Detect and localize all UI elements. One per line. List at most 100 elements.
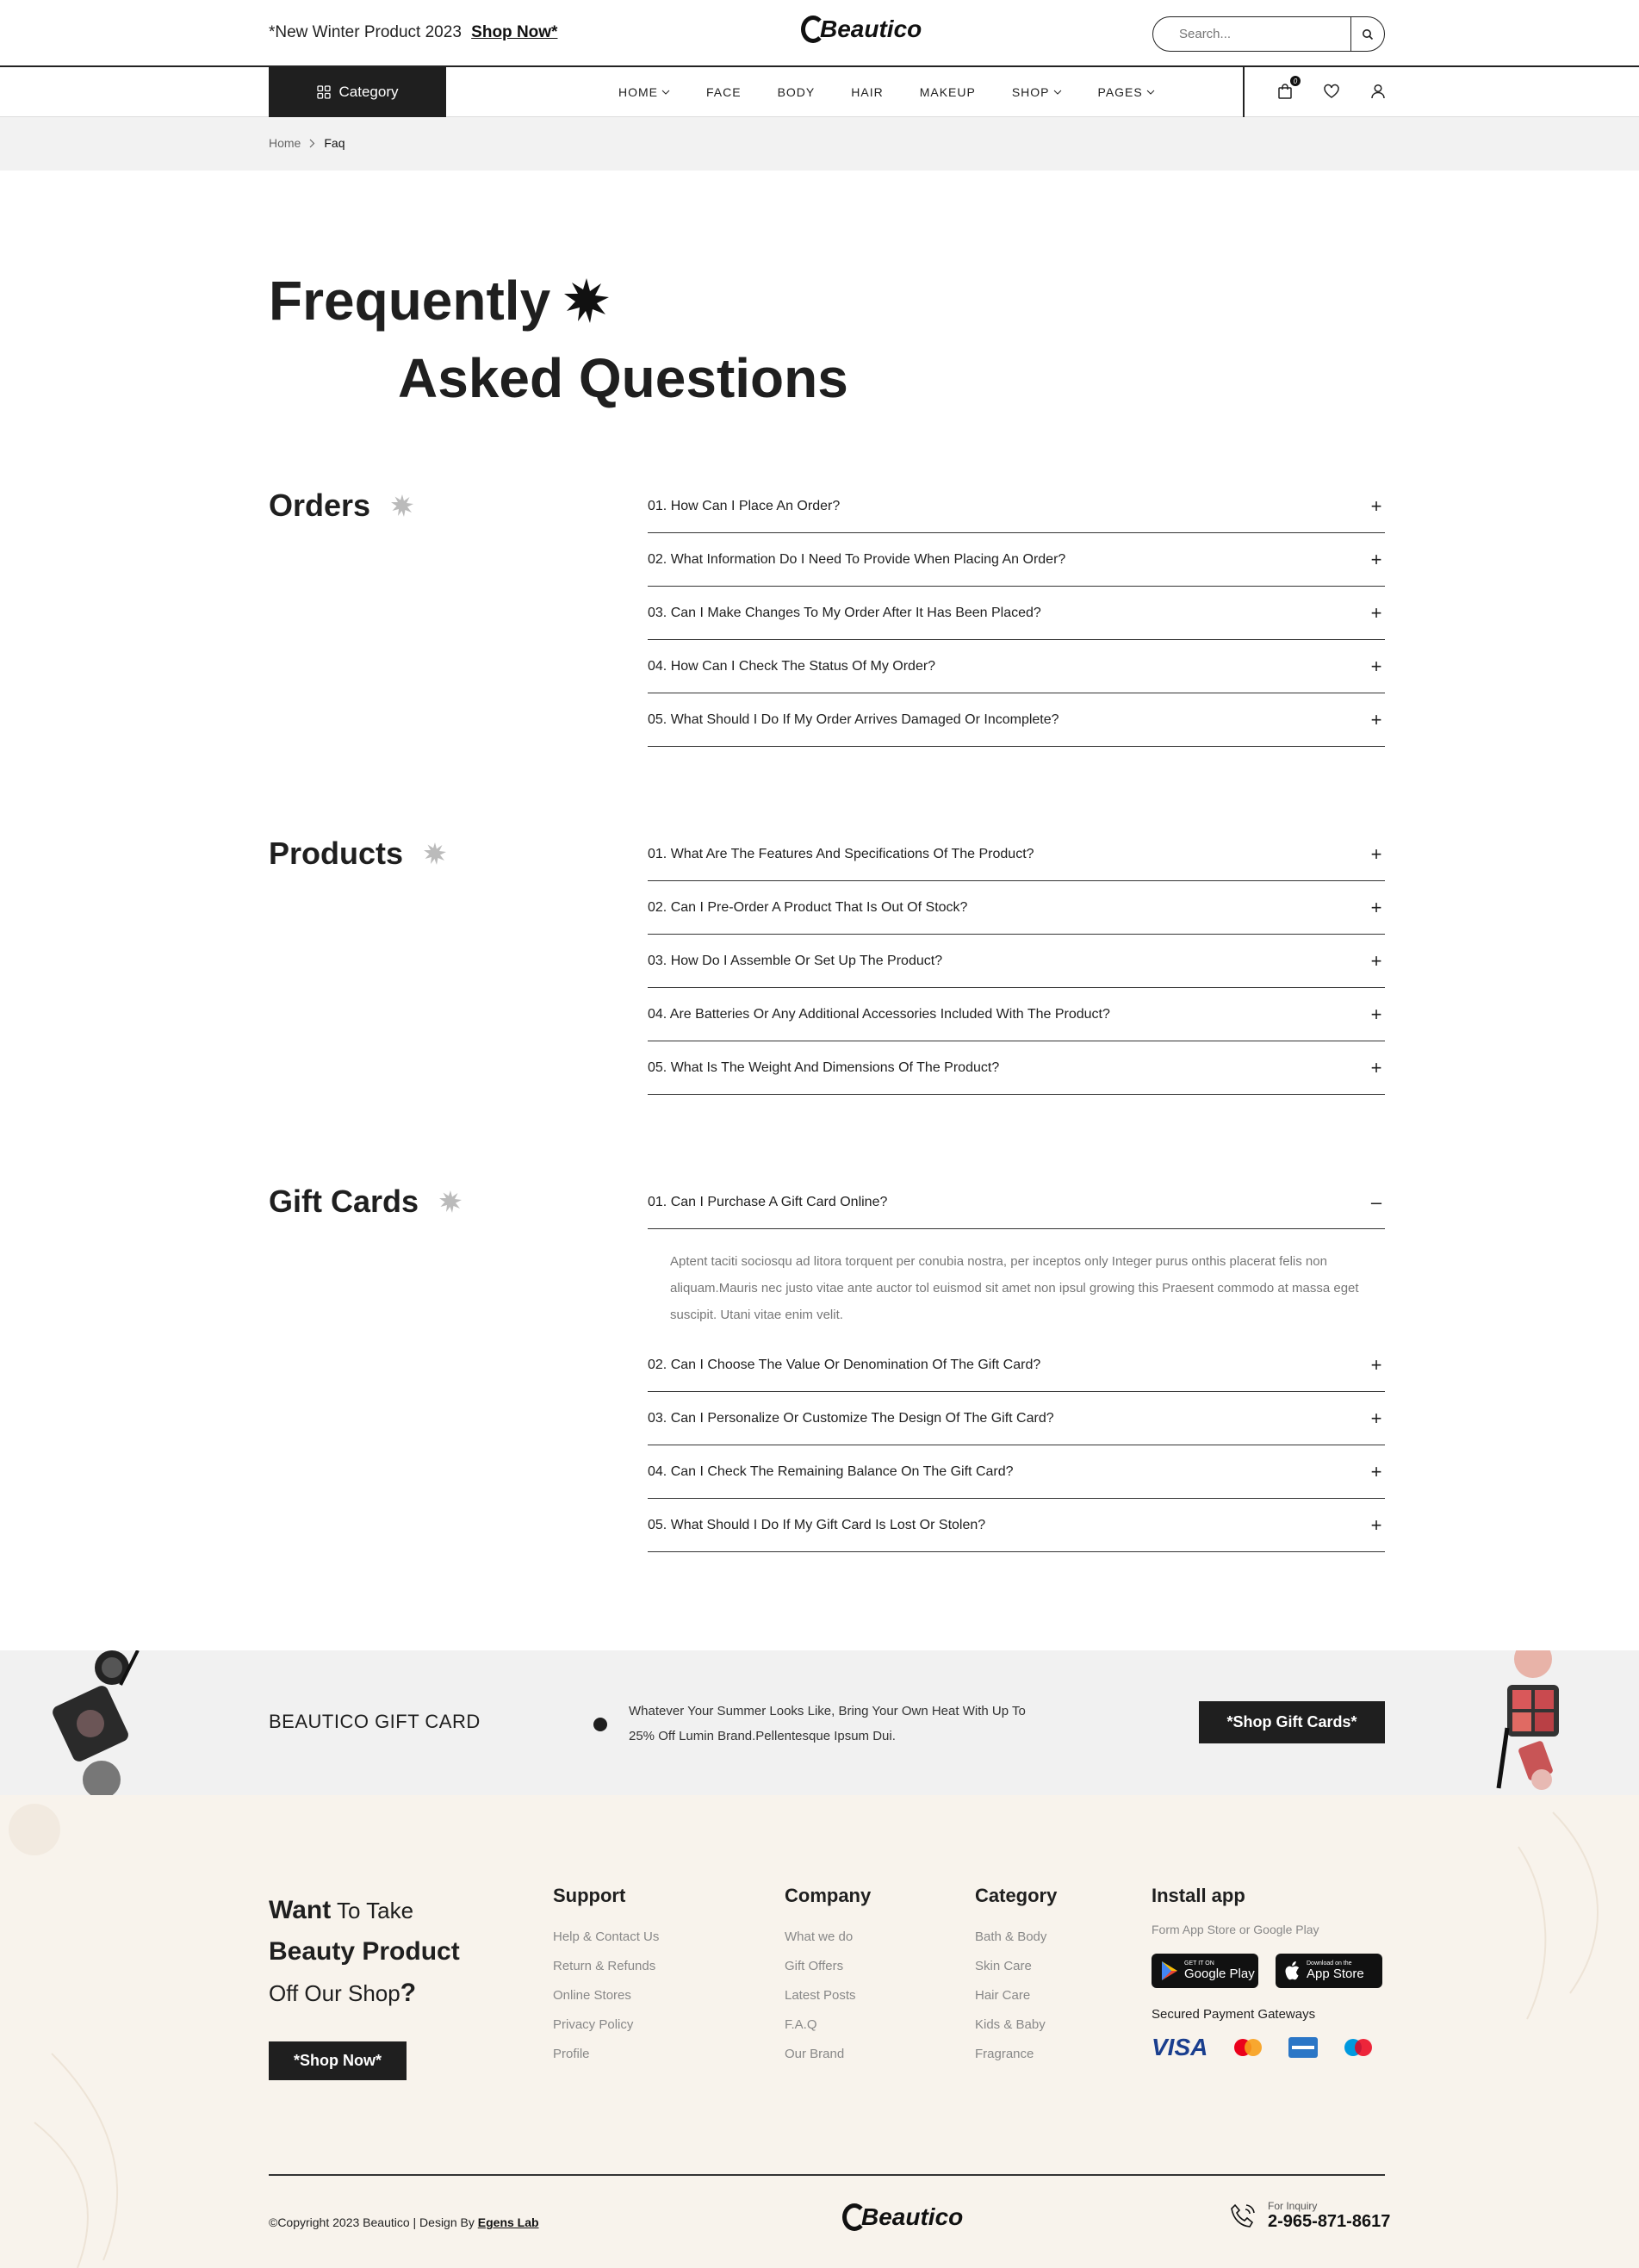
nav-item-label: PAGES bbox=[1097, 85, 1143, 99]
nav-item-body[interactable]: BODY bbox=[778, 85, 816, 99]
cart-button[interactable]: 0 bbox=[1275, 76, 1301, 102]
faq-question[interactable]: 04. Are Batteries Or Any Additional Acce… bbox=[648, 988, 1385, 1041]
google-play-badge[interactable]: GET IT ON Google Play bbox=[1152, 1954, 1258, 1988]
plus-icon: + bbox=[1370, 708, 1382, 730]
user-icon bbox=[1371, 84, 1385, 99]
cosmetics-left-image bbox=[53, 1650, 140, 1795]
question-text: 02. Can I Choose The Value Or Denominati… bbox=[648, 1357, 1041, 1372]
question-text: 04. Can I Check The Remaining Balance On… bbox=[648, 1463, 1014, 1479]
search-input[interactable] bbox=[1153, 17, 1350, 51]
install-subtitle: Form App Store or Google Play bbox=[1152, 1923, 1319, 1936]
faq-question[interactable]: 03. Can I Personalize Or Customize The D… bbox=[648, 1392, 1385, 1445]
site-logo[interactable]: Beautico bbox=[801, 16, 922, 43]
footer-link[interactable]: What we do bbox=[785, 1923, 871, 1952]
footer-logo[interactable]: Beautico bbox=[842, 2203, 963, 2231]
promo-shop-now-link[interactable]: Shop Now* bbox=[471, 23, 557, 41]
faq-question-open[interactable]: 01. Can I Purchase A Gift Card Online? – bbox=[648, 1176, 1385, 1229]
faq-answer: Aptent taciti sociosqu ad litora torquen… bbox=[670, 1254, 1359, 1322]
nav-item-hair[interactable]: HAIR bbox=[851, 85, 883, 99]
faq-question[interactable]: 02. What Information Do I Need To Provid… bbox=[648, 533, 1385, 587]
title-text: Frequently bbox=[269, 270, 551, 332]
footer-link[interactable]: Fragrance bbox=[975, 2040, 1057, 2069]
footer-link[interactable]: Profile bbox=[553, 2040, 659, 2069]
nav-menu: HOME FACE BODY HAIR MAKEUP SHOP PAGES bbox=[618, 67, 1191, 117]
faq-question[interactable]: 02. Can I Pre-Order A Product That Is Ou… bbox=[648, 881, 1385, 935]
footer-tagline: Want To Take Beauty Product Off Our Shop… bbox=[269, 1890, 460, 2014]
question-text: 02. What Information Do I Need To Provid… bbox=[648, 551, 1066, 567]
faq-question[interactable]: 04. Can I Check The Remaining Balance On… bbox=[648, 1445, 1385, 1499]
floral-decoration-right bbox=[1518, 1811, 1599, 2020]
nav-item-makeup[interactable]: MAKEUP bbox=[920, 85, 976, 99]
question-text: 01. What Are The Features And Specificat… bbox=[648, 846, 1034, 861]
footer-link[interactable]: Bath & Body bbox=[975, 1923, 1057, 1952]
question-text: 05. What Should I Do If My Order Arrives… bbox=[648, 711, 1059, 727]
plus-icon: + bbox=[1370, 494, 1382, 517]
footer-shop-now-button[interactable]: *Shop Now* bbox=[269, 2041, 407, 2080]
copyright-text: ©Copyright 2023 Beautico | Design By bbox=[269, 2215, 475, 2229]
nav-item-label: BODY bbox=[777, 85, 816, 99]
page-title-line2: Asked Questions bbox=[398, 347, 848, 409]
logo-text: Beautico bbox=[861, 2203, 964, 2230]
footer-link[interactable]: Our Brand bbox=[785, 2040, 871, 2069]
category-button[interactable]: Category bbox=[269, 67, 446, 117]
tagline-text: To Take bbox=[336, 1898, 414, 1923]
category-label: Category bbox=[338, 84, 399, 100]
heart-icon bbox=[1324, 84, 1339, 98]
star-burst-icon bbox=[564, 278, 610, 323]
section-title-text: Orders bbox=[269, 488, 371, 523]
badge-large-text: App Store bbox=[1307, 1967, 1364, 1981]
faq-question[interactable]: 02. Can I Choose The Value Or Denominati… bbox=[648, 1339, 1385, 1392]
top-bar: *New Winter Product 2023 Shop Now* Beaut… bbox=[0, 0, 1639, 67]
section-title-text: Products bbox=[269, 836, 404, 871]
faq-list-orders: 01. How Can I Place An Order? + 02. What … bbox=[648, 480, 1385, 747]
gift-card-banner: BEAUTICO GIFT CARD Whatever Your Summer … bbox=[0, 1650, 1639, 1795]
footer-link[interactable]: Privacy Policy bbox=[553, 2010, 659, 2040]
nav-item-face[interactable]: FACE bbox=[706, 85, 742, 99]
breadcrumb-home-link[interactable]: Home bbox=[269, 136, 301, 150]
bullet-dot bbox=[593, 1718, 607, 1731]
faq-question[interactable]: 03. Can I Make Changes To My Order After… bbox=[648, 587, 1385, 640]
star-burst-icon bbox=[391, 494, 414, 517]
footer-link[interactable]: Latest Posts bbox=[785, 1981, 871, 2010]
footer-link[interactable]: Return & Refunds bbox=[553, 1952, 659, 1981]
badge-small-text: GET IT ON bbox=[1184, 1960, 1214, 1967]
plus-icon: + bbox=[1370, 1407, 1382, 1429]
faq-question[interactable]: 05. What Should I Do If My Order Arrives… bbox=[648, 693, 1385, 747]
nav-item-label: MAKEUP bbox=[919, 85, 976, 99]
footer-link[interactable]: Kids & Baby bbox=[975, 2010, 1057, 2040]
footer-install-app: Install app Form App Store or Google Pla… bbox=[1152, 1885, 1385, 2061]
cosmetics-right-image bbox=[1496, 1650, 1559, 1790]
app-store-badge[interactable]: Download on the App Store bbox=[1276, 1954, 1382, 1988]
chevron-down-icon bbox=[661, 90, 670, 95]
faq-question[interactable]: 05. What Is The Weight And Dimensions Of… bbox=[648, 1041, 1385, 1095]
promo-banner: *New Winter Product 2023 Shop Now* bbox=[269, 23, 557, 42]
main-nav: Category HOME FACE BODY HAIR MAKEUP SHOP… bbox=[0, 67, 1639, 117]
footer-link[interactable]: Skin Care bbox=[975, 1952, 1057, 1981]
faq-question[interactable]: 03. How Do I Assemble Or Set Up The Prod… bbox=[648, 935, 1385, 988]
footer-link[interactable]: Gift Offers bbox=[785, 1952, 871, 1981]
wishlist-button[interactable] bbox=[1321, 81, 1342, 102]
nav-item-home[interactable]: HOME bbox=[618, 85, 670, 99]
shop-gift-cards-button[interactable]: *Shop Gift Cards* bbox=[1199, 1701, 1385, 1743]
faq-question[interactable]: 01. What Are The Features And Specificat… bbox=[648, 828, 1385, 881]
search-button[interactable] bbox=[1350, 17, 1384, 51]
footer-link[interactable]: Online Stores bbox=[553, 1981, 659, 2010]
account-button[interactable] bbox=[1368, 81, 1388, 102]
faq-question[interactable]: 01. How Can I Place An Order? + bbox=[648, 480, 1385, 533]
badge-small-text: Download on the bbox=[1307, 1960, 1352, 1967]
amex-icon bbox=[1288, 2037, 1319, 2058]
nav-item-shop[interactable]: SHOP bbox=[1012, 85, 1062, 99]
designer-link[interactable]: Egens Lab bbox=[478, 2215, 539, 2229]
inquiry-contact[interactable]: For Inquiry 2-965-871-8617 bbox=[1228, 2200, 1390, 2232]
column-title: Support bbox=[553, 1885, 626, 1906]
plus-icon: + bbox=[1370, 1056, 1382, 1078]
footer-link[interactable]: Help & Contact Us bbox=[553, 1923, 659, 1952]
cart-count-badge: 0 bbox=[1290, 76, 1301, 86]
faq-question[interactable]: 05. What Should I Do If My Gift Card Is … bbox=[648, 1499, 1385, 1552]
floral-decoration-left bbox=[9, 1804, 119, 2268]
faq-list-gift-cards: 01. Can I Purchase A Gift Card Online? – … bbox=[648, 1176, 1385, 1552]
footer-link[interactable]: Hair Care bbox=[975, 1981, 1057, 2010]
faq-question[interactable]: 04. How Can I Check The Status Of My Ord… bbox=[648, 640, 1385, 693]
nav-item-pages[interactable]: PAGES bbox=[1098, 85, 1155, 99]
footer-link[interactable]: F.A.Q bbox=[785, 2010, 871, 2040]
